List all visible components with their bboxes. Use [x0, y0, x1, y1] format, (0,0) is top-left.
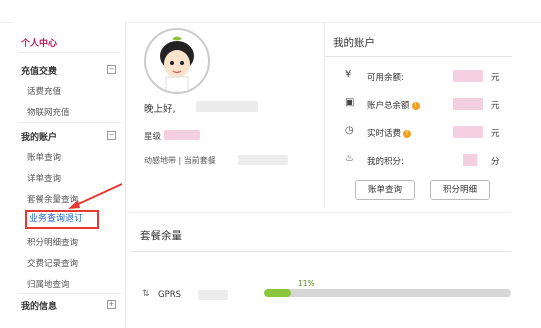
yen-icon: ¥ [345, 69, 352, 80]
info-icon[interactable]: ! [403, 130, 412, 138]
masked-level [164, 130, 200, 140]
sidebar-item-points-detail-query[interactable]: 积分明细查询 [27, 236, 78, 248]
data-transfer-icon: ⇅ [142, 289, 150, 299]
available-balance-label: 可用余额: [367, 73, 404, 83]
sidebar-item-bill-query[interactable]: 账单查询 [27, 151, 61, 163]
usage-progress-bar [264, 289, 511, 297]
profile-panel: 晚上好, 星级 动感地带 | 当前套餐 [130, 22, 320, 190]
masked-gprs-detail [198, 290, 228, 300]
masked-plan [238, 155, 288, 165]
unit-yuan: 元 [491, 101, 500, 111]
account-title: 我的账户 [333, 37, 375, 49]
collapse-icon[interactable]: − [107, 65, 116, 74]
masked-total-balance [453, 98, 483, 110]
usage-progress-fill [264, 289, 292, 297]
avatar[interactable] [144, 28, 210, 94]
sidebar-item-payment-record-query[interactable]: 交费记录查询 [27, 257, 78, 269]
bill-query-button[interactable]: 账单查询 [355, 180, 415, 200]
total-balance-label: 账户总余额! [367, 99, 420, 111]
realtime-fee-text: 实时话费 [367, 129, 402, 139]
collapse-icon[interactable]: − [107, 131, 116, 140]
sidebar-item-iot-recharge[interactable]: 物联网充值 [27, 106, 70, 118]
info-icon[interactable]: ! [411, 102, 420, 110]
sidebar-item-phone-recharge[interactable]: 话费充值 [27, 85, 61, 97]
realtime-fee-label: 实时话费! [367, 127, 412, 139]
sidebar-item-detail-query[interactable]: 详单查询 [27, 172, 61, 184]
points-detail-button[interactable]: 积分明细 [430, 180, 490, 200]
unit-yuan: 元 [491, 129, 500, 139]
package-panel: 套餐余量 ⇅ GPRS 11% [130, 212, 511, 328]
divider [325, 56, 512, 57]
divider [130, 251, 511, 252]
expand-icon[interactable]: + [107, 300, 116, 309]
points-icon: ♨ [345, 153, 354, 164]
clock-icon: ◷ [345, 125, 354, 136]
masked-username [196, 101, 258, 112]
masked-points [463, 154, 477, 166]
highlight-arrow-icon [68, 183, 123, 209]
greeting: 晚上好, [144, 104, 176, 115]
wallet-icon: ▣ [345, 97, 355, 108]
unit-yuan: 元 [491, 73, 500, 83]
brand-plan-label: 动感地带 | 当前套餐 [144, 156, 216, 165]
divider [19, 122, 121, 123]
total-balance-text: 账户总余额 [367, 101, 410, 111]
level-label: 星级 [144, 132, 162, 142]
gprs-label: GPRS [158, 290, 182, 300]
sidebar-section-my-info[interactable]: 我的信息 [21, 299, 57, 312]
usage-percent: 11% [298, 279, 315, 288]
sidebar-section-recharge[interactable]: 充值交费 [21, 64, 57, 77]
masked-realtime-fee [453, 126, 483, 138]
sidebar: 个人中心 充值交费 − 话费充值 物联网充值 我的账户 − 账单查询 详单查询 … [13, 22, 126, 327]
package-title: 套餐余量 [140, 230, 182, 242]
divider [19, 293, 121, 294]
sidebar-item-location-query[interactable]: 归属地查询 [27, 278, 70, 290]
cartoon-avatar-icon [160, 36, 194, 92]
sidebar-item-business-unsubscribe[interactable]: 业务查询退订 [25, 210, 99, 229]
divider [19, 52, 121, 53]
my-points-label: 我的积分: [367, 157, 404, 167]
sidebar-title[interactable]: 个人中心 [21, 36, 57, 49]
account-panel: 我的账户 ¥ 可用余额: 元 ▣ 账户总余额! 元 ◷ 实时话费! 元 ♨ 我的… [324, 22, 512, 208]
sidebar-section-my-account[interactable]: 我的账户 [21, 130, 57, 143]
unit-points: 分 [491, 157, 500, 167]
masked-available-balance [453, 70, 483, 82]
